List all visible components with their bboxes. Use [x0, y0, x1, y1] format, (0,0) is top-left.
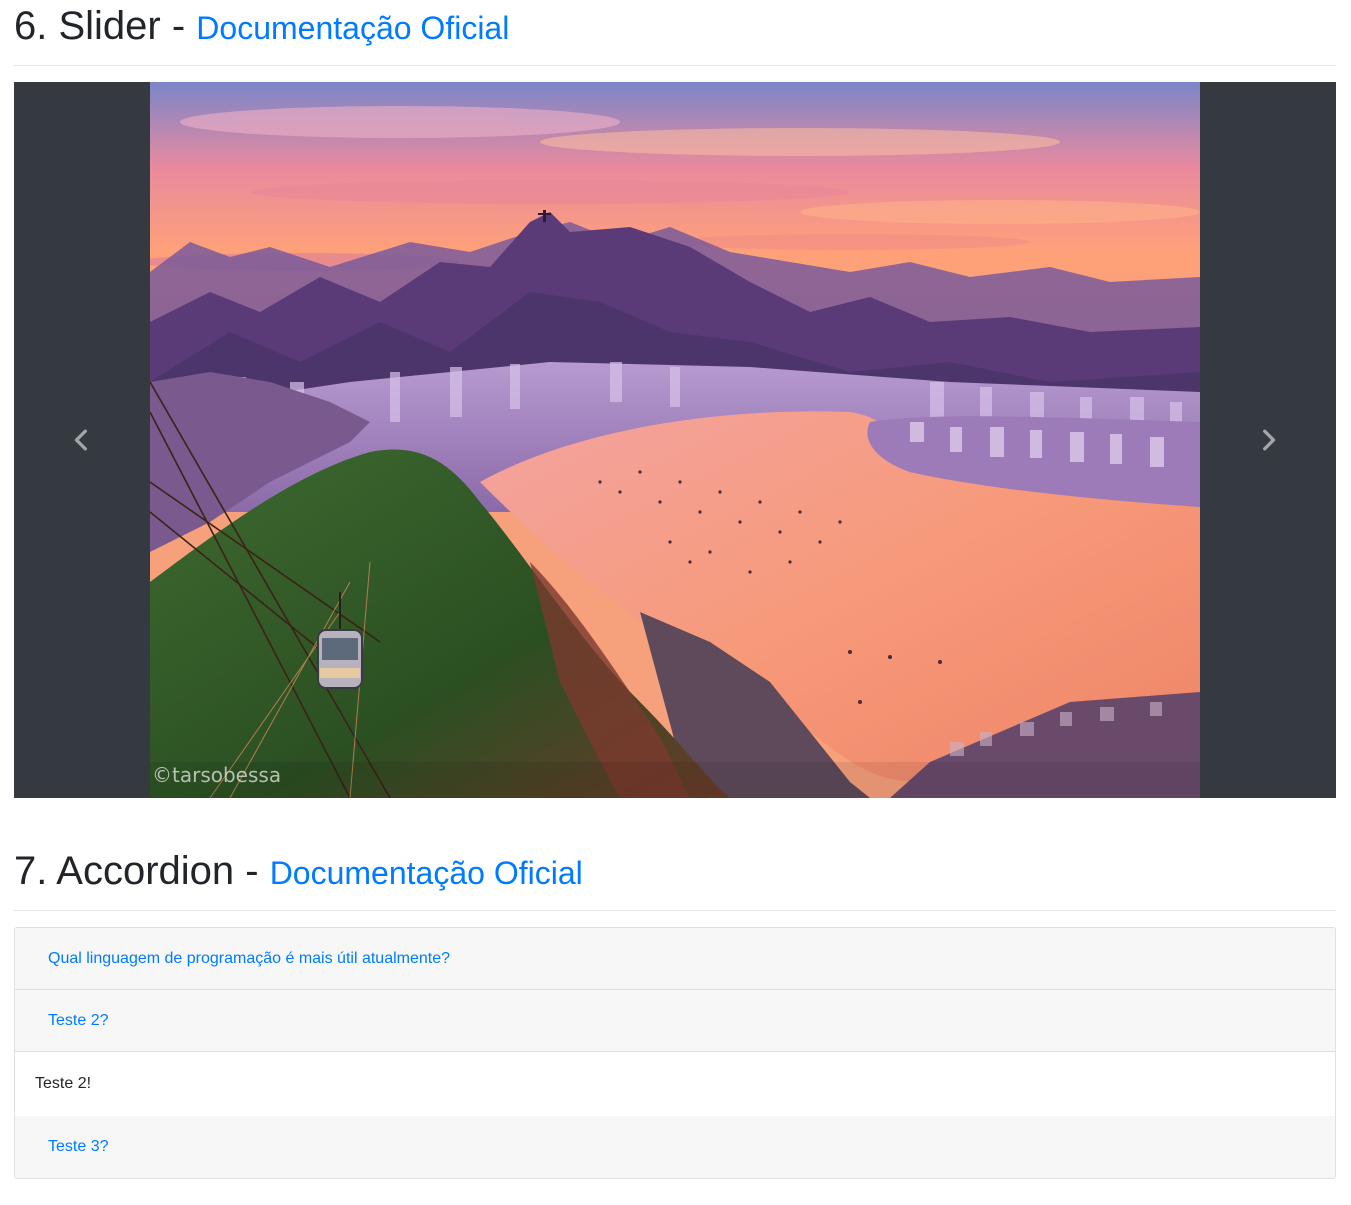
- accordion-item-toggle[interactable]: Teste 3?: [48, 1138, 108, 1156]
- slider-section-title: 6. Slider - Documentação Oficial: [14, 2, 509, 52]
- slider-divider: [14, 65, 1336, 66]
- chevron-left-icon: [74, 429, 87, 451]
- accordion-doc-link[interactable]: Documentação Oficial: [270, 855, 583, 891]
- chevron-right-icon: [1263, 429, 1276, 451]
- accordion-item-header[interactable]: Teste 2?: [15, 990, 1335, 1052]
- slider-doc-link[interactable]: Documentação Oficial: [196, 10, 509, 46]
- accordion-item-header[interactable]: Qual linguagem de programação é mais úti…: [15, 928, 1335, 990]
- slider-title-text: 6. Slider -: [14, 4, 197, 48]
- carousel-next-button[interactable]: [1200, 82, 1336, 798]
- image-carousel: ©tarsobessa: [14, 82, 1336, 798]
- accordion-title-text: 7. Accordion -: [14, 849, 270, 893]
- carousel-slide-image: ©tarsobessa: [150, 82, 1200, 798]
- accordion-section-title: 7. Accordion - Documentação Oficial: [14, 847, 583, 897]
- accordion-item-body: Teste 2!: [15, 1052, 1335, 1116]
- accordion: Qual linguagem de programação é mais úti…: [14, 927, 1336, 1179]
- accordion-item-toggle[interactable]: Qual linguagem de programação é mais úti…: [48, 950, 450, 968]
- accordion-item-toggle[interactable]: Teste 2?: [48, 1012, 108, 1030]
- carousel-prev-button[interactable]: [14, 82, 150, 798]
- accordion-divider: [14, 910, 1336, 911]
- accordion-item-header[interactable]: Teste 3?: [15, 1116, 1335, 1178]
- carousel-watermark: ©tarsobessa: [152, 763, 281, 787]
